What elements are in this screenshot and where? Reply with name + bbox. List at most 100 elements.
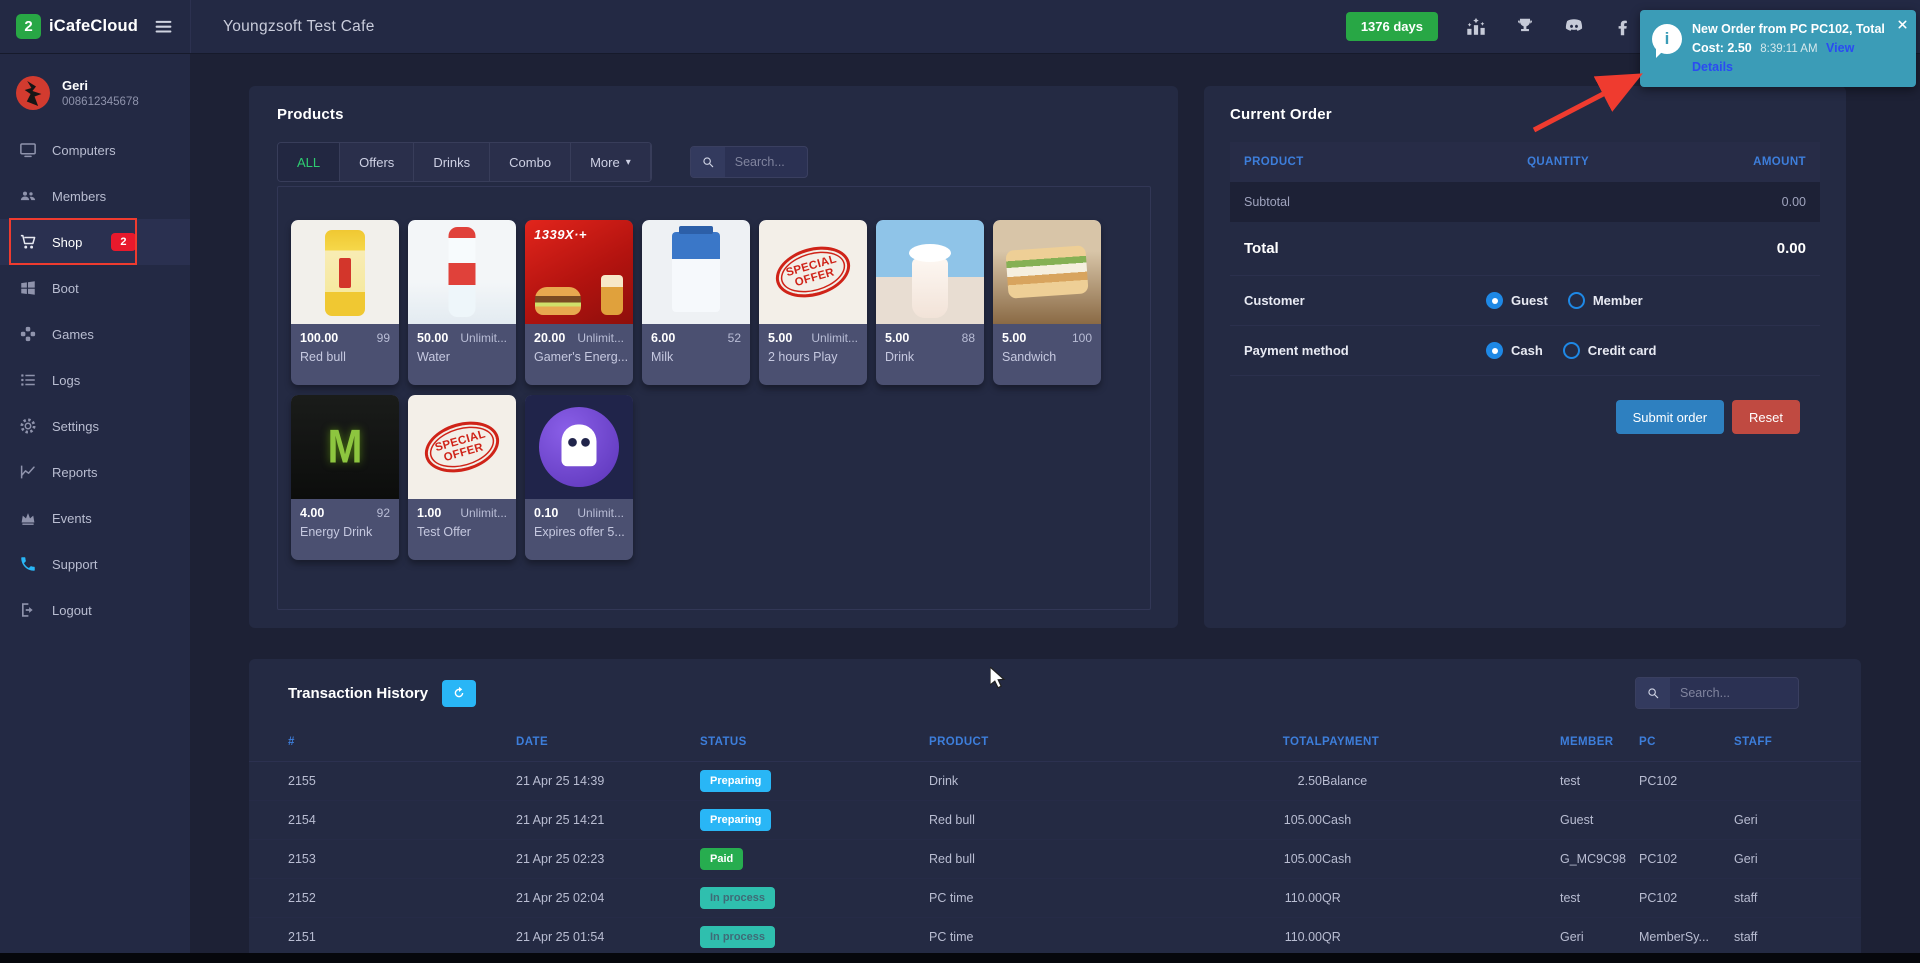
product-card[interactable]: M 4.00 92 Energy Drink [291,395,399,560]
sidebar-item[interactable]: Computers [0,127,190,173]
tx-status-cell: In process [700,926,929,948]
sidebar-item[interactable]: Logout [0,587,190,633]
product-name: Expires offer 5... [525,520,633,539]
page-title: Youngzsoft Test Cafe [190,0,375,53]
product-card[interactable]: 1339X·+ 20.00 Unlimit... Gamer's Energ..… [525,220,633,385]
topbar-icon[interactable] [1563,16,1585,38]
sidebar-item-icon [19,509,37,527]
product-search [690,146,808,178]
col-product: PRODUCT [1244,156,1475,168]
category-tab[interactable]: Combo ▾ [490,143,571,181]
product-image [525,395,633,499]
payment-row: Payment method Cash Credit card [1230,326,1820,376]
transaction-table-header: # DATE STATUS PRODUCT TOTAL PAYMENT MEMB… [249,722,1861,762]
product-image [993,220,1101,324]
tx-total: 105.00 [1202,852,1322,866]
topbar-icon[interactable] [1514,16,1536,38]
product-search-input[interactable] [725,155,807,169]
sidebar-item[interactable]: Logs [0,357,190,403]
tx-staff: staff [1734,891,1861,905]
refresh-button[interactable] [442,680,476,707]
tx-total: 110.00 [1202,891,1322,905]
transaction-column-header: PC [1639,736,1734,748]
category-tab[interactable]: More ▾ [571,143,651,181]
sidebar-item-label: Settings [52,419,99,434]
sidebar-item-icon [19,325,37,343]
product-price: 5.00 [1002,331,1026,345]
payment-label: Payment method [1244,343,1486,358]
hamburger-menu-icon[interactable] [153,16,174,37]
radio-label: Cash [1511,343,1543,358]
tx-id: 2152 [288,891,516,905]
sidebar-item[interactable]: Reports [0,449,190,495]
tx-member: test [1560,774,1639,788]
product-card[interactable]: 0.10 Unlimit... Expires offer 5... [525,395,633,560]
subtotal-label: Subtotal [1244,195,1290,209]
payment-radio-option[interactable]: Cash [1486,342,1543,359]
category-tab[interactable]: ALL ▾ [278,143,340,181]
product-price: 20.00 [534,331,565,345]
current-order-panel: Current Order PRODUCT QUANTITY AMOUNT Su… [1204,86,1846,628]
transaction-column-header: TOTAL [1202,736,1322,748]
product-name: Sandwich [993,345,1101,364]
product-stock: Unlimit... [460,331,507,345]
status-badge: Preparing [700,770,771,792]
customer-radio-option[interactable]: Member [1568,292,1643,309]
transaction-column-header: STAFF [1734,736,1861,748]
app-logo[interactable]: 2 iCafeCloud [16,14,138,39]
close-icon[interactable] [1897,19,1908,30]
product-stock: 99 [377,331,390,345]
top-bar: 2 iCafeCloud Youngzsoft Test Cafe 1376 d… [0,0,1920,54]
product-card[interactable]: 5.00 100 Sandwich [993,220,1101,385]
sidebar-item[interactable]: Games [0,311,190,357]
sidebar-item[interactable]: Support [0,541,190,587]
tx-product: PC time [929,891,1202,905]
customer-options: Guest Member [1486,292,1806,309]
notification-toast[interactable]: i New Order from PC PC102, Total Cost: 2… [1640,10,1916,87]
sidebar-item-icon [19,417,37,435]
payment-radio-option[interactable]: Credit card [1563,342,1657,359]
product-image: SPECIAL OFFER [408,395,516,499]
tab-label: More [590,155,620,170]
user-profile[interactable]: Geri 008612345678 [0,54,190,126]
sidebar-item-icon [19,555,37,573]
transaction-search-input[interactable] [1670,686,1798,700]
sidebar-item[interactable]: Events [0,495,190,541]
tab-label: Combo [509,155,551,170]
product-card[interactable]: 50.00 Unlimit... Water [408,220,516,385]
tx-payment: QR [1322,930,1560,944]
product-stock: 92 [377,506,390,520]
sidebar-item[interactable]: Boot [0,265,190,311]
tab-label: Offers [359,155,394,170]
sidebar-item[interactable]: Shop 2 [0,219,190,265]
reset-button[interactable]: Reset [1732,400,1800,434]
subscription-days-badge[interactable]: 1376 days [1346,12,1438,41]
product-image [291,220,399,324]
tx-member: Guest [1560,813,1639,827]
tx-date: 21 Apr 25 14:39 [516,774,700,788]
product-card[interactable]: 5.00 88 Drink [876,220,984,385]
total-value: 0.00 [1777,240,1806,257]
radio-icon [1568,292,1585,309]
tx-id: 2151 [288,930,516,944]
tx-id: 2155 [288,774,516,788]
customer-radio-option[interactable]: Guest [1486,292,1548,309]
product-card[interactable]: 6.00 52 Milk [642,220,750,385]
tx-date: 21 Apr 25 02:23 [516,852,700,866]
topbar-icon[interactable] [1612,16,1634,38]
category-tab[interactable]: Drinks ▾ [414,143,490,181]
product-card[interactable]: SPECIAL OFFER 5.00 Unlimit... 2 hours Pl… [759,220,867,385]
topbar-icon[interactable] [1465,16,1487,38]
tx-member: test [1560,891,1639,905]
category-tab[interactable]: Offers ▾ [340,143,414,181]
submit-order-button[interactable]: Submit order [1616,400,1724,434]
sidebar-item[interactable]: Members [0,173,190,219]
transaction-column-header: # [288,736,516,748]
status-badge: In process [700,887,775,909]
product-card[interactable]: SPECIAL OFFER 1.00 Unlimit... Test Offer [408,395,516,560]
product-image-text: 1339X·+ [534,227,587,242]
sidebar-item[interactable]: Settings [0,403,190,449]
transaction-search [1635,677,1799,709]
product-card[interactable]: 100.00 99 Red bull [291,220,399,385]
transaction-history-title: Transaction History [288,685,428,702]
